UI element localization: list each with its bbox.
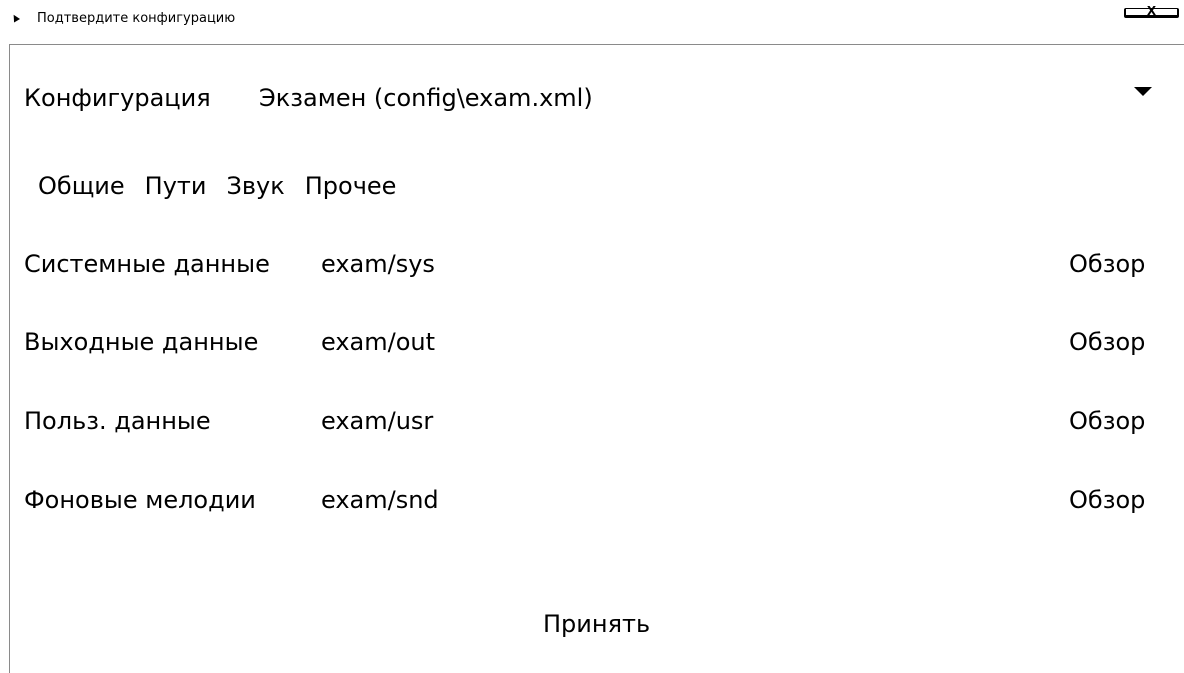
accept-button[interactable]: Принять (543, 609, 650, 639)
path-input-music[interactable] (318, 480, 1041, 520)
browse-button-user[interactable]: Обзор (1069, 406, 1145, 436)
config-label: Конфигурация (24, 84, 211, 112)
browse-button-output[interactable]: Обзор (1069, 327, 1145, 357)
path-input-user[interactable] (318, 401, 1041, 441)
path-input-output[interactable] (318, 322, 1041, 362)
path-row-output: Выходные данные Обзор (0, 322, 1184, 362)
tab-paths[interactable]: Пути (145, 171, 207, 203)
chevron-down-icon[interactable] (1134, 87, 1152, 96)
path-row-user: Польз. данные Обзор (0, 401, 1184, 441)
path-label-music: Фоновые мелодии (24, 486, 256, 514)
config-dropdown[interactable]: Экзамен (config\exam.xml) (256, 78, 1172, 118)
title-bar: ▲ Подтвердите конфигурацию X (0, 0, 1184, 38)
window-title: Подтвердите конфигурацию (37, 11, 236, 26)
path-label-system: Системные данные (24, 250, 270, 278)
close-button[interactable]: X (1124, 5, 1179, 18)
browse-button-music[interactable]: Обзор (1069, 485, 1145, 515)
pin-icon: ▲ (9, 11, 21, 25)
path-input-system[interactable] (318, 244, 1041, 284)
path-row-music: Фоновые мелодии Обзор (0, 480, 1184, 520)
config-selected-value: Экзамен (config\exam.xml) (259, 84, 593, 112)
path-label-user: Польз. данные (24, 407, 211, 435)
path-label-output: Выходные данные (24, 328, 259, 356)
tab-other[interactable]: Прочее (305, 171, 397, 203)
tab-general[interactable]: Общие (38, 171, 125, 203)
tab-sound[interactable]: Звук (227, 171, 285, 203)
browse-button-system[interactable]: Обзор (1069, 249, 1145, 279)
path-row-system: Системные данные Обзор (0, 244, 1184, 284)
tab-bar: Общие Пути Звук Прочее (38, 171, 396, 203)
